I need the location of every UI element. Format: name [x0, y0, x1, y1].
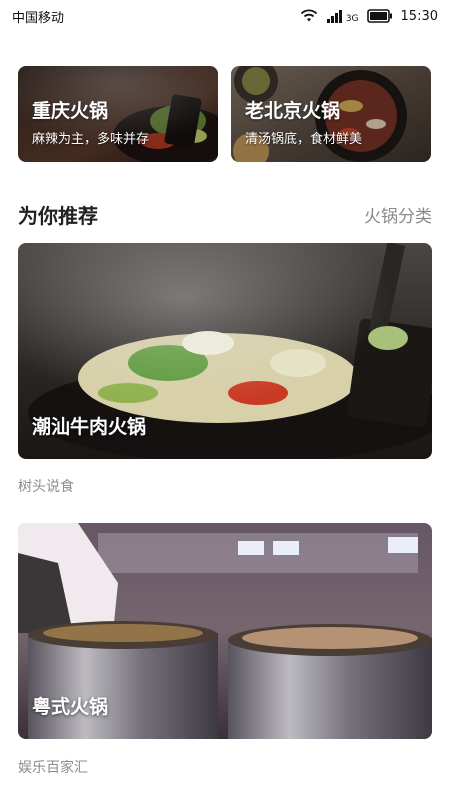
feed-title: 粤式火锅 [32, 696, 109, 718]
feed-card-cantonese[interactable]: 粤式火锅 [18, 523, 432, 739]
category-title: 老北京火锅 [245, 100, 341, 122]
wifi-icon [300, 9, 317, 22]
network-type-label: 3G [345, 14, 359, 24]
feed-source: 娱乐百家汇 [18, 760, 88, 776]
clock: 15:30 [400, 8, 438, 24]
signal-icon [326, 10, 342, 23]
battery-icon [366, 9, 392, 23]
category-subtitle: 清汤锅底，食材鲜美 [245, 132, 363, 147]
category-card-chongqing[interactable]: 重庆火锅 麻辣为主，多味并存 [18, 66, 218, 162]
section-title: 为你推荐 [18, 203, 98, 228]
feed-card-chaoshan[interactable]: 潮汕牛肉火锅 [18, 243, 432, 459]
hotpot-category-link[interactable]: 火锅分类 [364, 202, 432, 227]
category-card-beijing[interactable]: 老北京火锅 清汤锅底，食材鲜美 [231, 66, 431, 162]
feed-source: 树头说食 [18, 479, 74, 495]
feed-title: 潮汕牛肉火锅 [32, 416, 147, 438]
status-icons: 3G 15:30 [300, 8, 438, 24]
category-cards: 重庆火锅 麻辣为主，多味并存 老北京火锅 清汤锅底，食材鲜美 [18, 66, 432, 162]
category-title: 重庆火锅 [32, 100, 109, 122]
recommend-header: 为你推荐 火锅分类 [18, 198, 432, 230]
status-bar: 中国移动 3G 15:30 [0, 0, 450, 32]
carrier-label: 中国移动 [12, 10, 65, 26]
category-subtitle: 麻辣为主，多味并存 [32, 132, 150, 147]
